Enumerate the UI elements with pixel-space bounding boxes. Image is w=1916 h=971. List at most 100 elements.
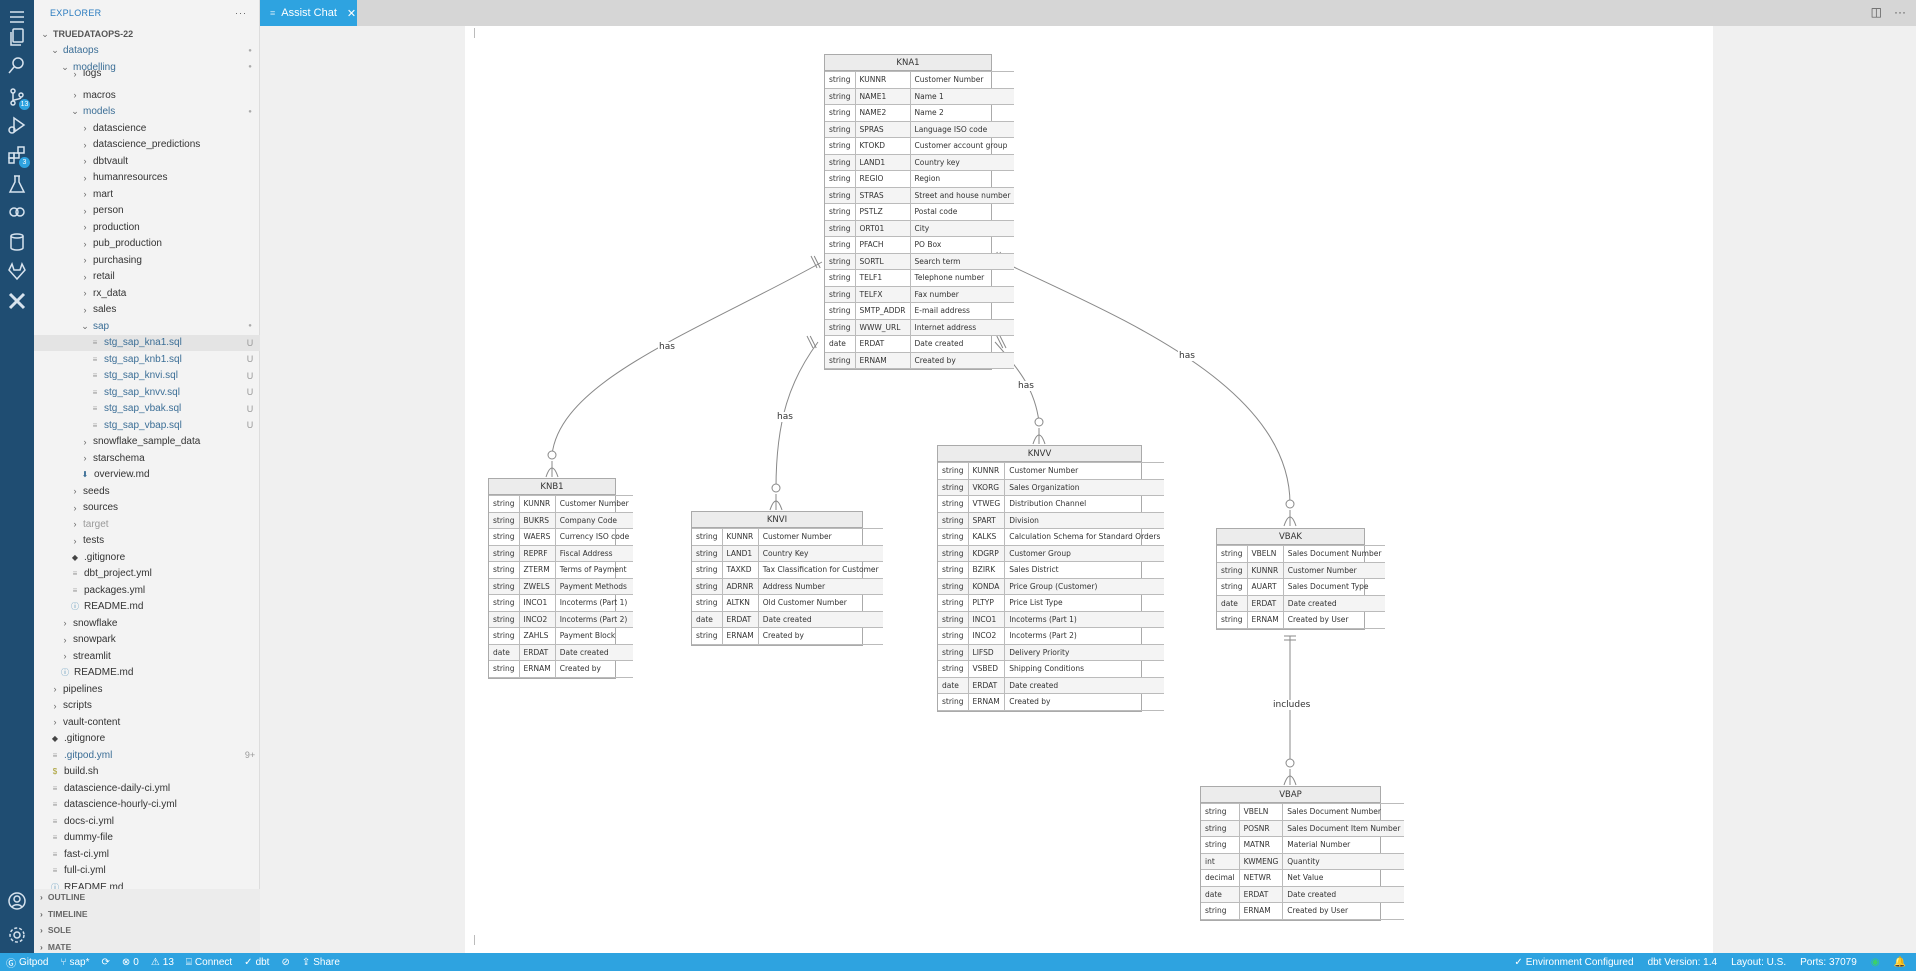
entity-column-row[interactable]: string ZTERM Terms of Payment <box>489 561 634 579</box>
entity-column-row[interactable]: string KUNNR Customer Number <box>692 528 883 546</box>
dbt-icon[interactable] <box>0 284 34 318</box>
entity-column-row[interactable]: string MATNR Material Number <box>1201 836 1405 854</box>
tab-assist-chat[interactable]: ≡ Assist Chat ✕ <box>260 0 357 26</box>
tree-file[interactable]: ◆ .gitignore <box>34 731 260 748</box>
entity-column-row[interactable]: string ALTKN Old Customer Number <box>692 594 883 612</box>
tree-file[interactable]: ◆ .gitignore <box>34 549 260 566</box>
entity-knvi[interactable]: KNVI string KUNNR Customer Number string LAND… <box>691 511 883 646</box>
tree-folder[interactable]: › snowflake_sample_data <box>34 434 260 451</box>
entity-column-row[interactable]: string TELFX Fax number <box>825 285 1015 303</box>
tree-folder[interactable]: › sources <box>34 500 260 517</box>
status-item-connect[interactable]: ⌸ Connect <box>186 957 232 968</box>
account-icon[interactable] <box>0 884 34 918</box>
tree-file[interactable]: ≡ packages.yml <box>34 582 260 599</box>
split-editor-icon[interactable]: ◫ <box>1871 5 1882 19</box>
tree-file[interactable]: ≡ dummy-file <box>34 830 260 847</box>
entity-column-row[interactable]: string VTWEG Distribution Channel <box>938 495 1165 513</box>
tree-folder[interactable]: › rx_data <box>34 285 260 302</box>
tree-folder[interactable]: › logs <box>34 70 260 78</box>
tree-file[interactable]: ≡ stg_sap_kna1.sql U <box>34 334 260 351</box>
tree-folder[interactable]: › pipelines <box>34 681 260 698</box>
tree-file[interactable]: ≡ stg_sap_knvi.sql U <box>34 368 260 385</box>
tree-folder[interactable]: › production <box>34 219 260 236</box>
entity-vbak[interactable]: VBAK string VBELN Sales Document Number stri… <box>1216 528 1386 630</box>
entity-column-row[interactable]: string ADRNR Address Number <box>692 577 883 595</box>
remote-icon[interactable] <box>0 195 34 229</box>
entity-column-row[interactable]: date ERDAT Date created <box>938 676 1165 694</box>
entity-column-row[interactable]: string POSNR Sales Document Item Number <box>1201 819 1405 837</box>
entity-column-row[interactable]: string ERNAM Created by User <box>1201 902 1405 920</box>
status-item-environment-configured[interactable]: ✓ Environment Configured <box>1514 957 1633 968</box>
entity-column-row[interactable]: string KONDA Price Group (Customer) <box>938 577 1165 595</box>
status-item-sap-[interactable]: ⑂ sap* <box>60 957 89 968</box>
tree-folder[interactable]: › target <box>34 516 260 533</box>
entity-column-row[interactable]: string PFACH PO Box <box>825 236 1015 254</box>
entity-column-row[interactable]: string REPRF Fiscal Address <box>489 544 634 562</box>
tree-file[interactable]: ⬇ overview.md <box>34 467 260 484</box>
tree-folder[interactable]: › retail <box>34 269 260 286</box>
entity-column-row[interactable]: string ZAHLS Payment Block <box>489 627 634 645</box>
entity-vbap[interactable]: VBAP string VBELN Sales Document Number stri… <box>1200 786 1405 921</box>
status-item-no-broadcast-icon[interactable]: ⊘ <box>281 957 289 968</box>
tree-folder[interactable]: › streamlit <box>34 648 260 665</box>
entity-column-row[interactable]: string BZIRK Sales District <box>938 561 1165 579</box>
entity-column-row[interactable]: string KALKS Calculation Schema for Standa… <box>938 528 1165 546</box>
entity-column-row[interactable]: date ERDAT Date created <box>1217 594 1386 612</box>
entity-column-row[interactable]: string REGIO Region <box>825 170 1015 188</box>
tree-file[interactable]: ≡ stg_sap_vbak.sql U <box>34 401 260 418</box>
entity-column-row[interactable]: string TELF1 Telephone number <box>825 269 1015 287</box>
entity-column-row[interactable]: string VBELN Sales Document Number <box>1201 803 1405 821</box>
tree-file[interactable]: ≡ .gitpod.yml 9+ <box>34 747 260 764</box>
entity-column-row[interactable]: string LAND1 Country key <box>825 153 1015 171</box>
panel-section-sole[interactable]: › SOLE <box>34 922 260 939</box>
entity-column-row[interactable]: string ZWELS Payment Methods <box>489 577 634 595</box>
entity-column-row[interactable]: string VKORG Sales Organization <box>938 478 1165 496</box>
entity-column-row[interactable]: string AUART Sales Document Type <box>1217 578 1386 596</box>
entity-column-row[interactable]: string KUNNR Customer Number <box>938 462 1165 480</box>
entity-column-row[interactable]: string LAND1 Country Key <box>692 544 883 562</box>
tree-folder[interactable]: › dbtvault <box>34 153 260 170</box>
settings-gear-icon[interactable] <box>0 918 34 952</box>
entity-column-row[interactable]: string VSBED Shipping Conditions <box>938 660 1165 678</box>
entity-column-row[interactable]: string INCO1 Incoterms (Part 1) <box>938 610 1165 628</box>
entity-knb1[interactable]: KNB1 string KUNNR Customer Number string BUKR… <box>488 478 634 679</box>
entity-column-row[interactable]: string SPRAS Language ISO code <box>825 120 1015 138</box>
tree-file[interactable]: ⓘ README.md <box>34 599 260 616</box>
entity-column-row[interactable]: string NAME1 Name 1 <box>825 87 1015 105</box>
tree-folder[interactable]: › pub_production <box>34 236 260 253</box>
panel-section-timeline[interactable]: › TIMELINE <box>34 905 260 922</box>
tree-folder[interactable]: › snowflake <box>34 615 260 632</box>
entity-column-row[interactable]: string KUNNR Customer Number <box>825 71 1015 89</box>
entity-column-row[interactable]: string ERNAM Created by <box>489 660 634 678</box>
tree-folder[interactable]: ⌄ dataops ● <box>34 43 260 60</box>
close-icon[interactable]: ✕ <box>347 7 356 20</box>
tree-file[interactable]: ≡ fast-ci.yml <box>34 846 260 863</box>
entity-column-row[interactable]: string STRAS Street and house number <box>825 186 1015 204</box>
entity-column-row[interactable]: string ERNAM Created by User <box>1217 611 1386 629</box>
tree-file[interactable]: ≡ stg_sap_vbap.sql U <box>34 417 260 434</box>
tree-folder[interactable]: › snowpark <box>34 632 260 649</box>
workspace-root[interactable]: ⌄ TRUEDATAOPS-22 <box>34 26 260 43</box>
status-item-13[interactable]: ⚠ 13 <box>151 957 174 968</box>
more-actions-icon[interactable]: ··· <box>235 8 247 18</box>
entity-column-row[interactable]: date ERDAT Date created <box>825 335 1015 353</box>
tree-folder[interactable]: › purchasing <box>34 252 260 269</box>
tree-file[interactable]: ≡ stg_sap_knb1.sql U <box>34 351 260 368</box>
tree-file[interactable]: ≡ full-ci.yml <box>34 863 260 880</box>
tree-folder[interactable]: › starschema <box>34 450 260 467</box>
tree-folder[interactable]: › tests <box>34 533 260 550</box>
tree-file[interactable]: ≡ datascience-hourly-ci.yml <box>34 797 260 814</box>
tree-folder[interactable]: › datascience_predictions <box>34 137 260 154</box>
entity-column-row[interactable]: string ERNAM Created by <box>825 351 1015 369</box>
status-item-ports-37079[interactable]: Ports: 37079 <box>1800 957 1857 968</box>
entity-column-row[interactable]: string SORTL Search term <box>825 252 1015 270</box>
entity-column-row[interactable]: date ERDAT Date created <box>1201 885 1405 903</box>
entity-column-row[interactable]: string VBELN Sales Document Number <box>1217 545 1386 563</box>
tree-file[interactable]: ≡ dbt_project.yml <box>34 566 260 583</box>
status-item-0[interactable]: ⊗ 0 <box>122 957 139 968</box>
entity-column-row[interactable]: string WWW_URL Internet address <box>825 318 1015 336</box>
tree-folder[interactable]: › vault-content <box>34 714 260 731</box>
panel-section-outline[interactable]: › OUTLINE <box>34 889 260 906</box>
entity-column-row[interactable]: string KUNNR Customer Number <box>489 495 634 513</box>
tree-file[interactable]: ⓘ README.md <box>34 665 260 682</box>
